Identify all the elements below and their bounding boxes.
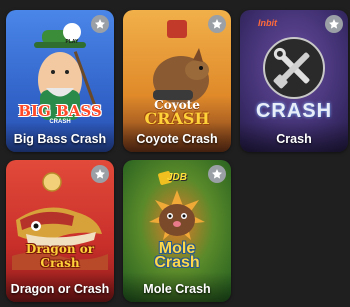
game-title: Big Bass Crash xyxy=(13,132,107,146)
game-card-crash[interactable]: Inbit CRASH Crash xyxy=(240,10,348,152)
game-card-dragon-or-crash[interactable]: Dragon or Crash Dragon or Crash xyxy=(6,160,114,302)
brand-label: JDB xyxy=(167,172,188,183)
game-card-big-bass-crash[interactable]: PLAY BIG BASS CRASH Big Bass Crash xyxy=(6,10,114,152)
game-logo: Dragon or Crash xyxy=(25,242,95,270)
star-icon xyxy=(95,19,105,29)
brand-label: Inbit xyxy=(258,18,277,28)
game-title: Mole Crash xyxy=(143,282,211,296)
game-title: Crash xyxy=(276,132,312,146)
game-title: Coyote Crash xyxy=(136,132,218,146)
star-icon xyxy=(212,169,222,179)
favorite-button[interactable] xyxy=(91,15,109,33)
favorite-button[interactable] xyxy=(325,15,343,33)
game-card-mole-crash[interactable]: JDB Mole Crash Mole Crash xyxy=(123,160,231,302)
logo-line-2: Crash xyxy=(154,254,200,271)
game-card-coyote-crash[interactable]: Coyote CRASH Coyote Crash xyxy=(123,10,231,152)
star-icon xyxy=(95,169,105,179)
star-icon xyxy=(329,19,339,29)
favorite-button[interactable] xyxy=(208,15,226,33)
games-grid: PLAY BIG BASS CRASH Big Bass Crash xyxy=(0,0,350,307)
star-icon xyxy=(212,19,222,29)
game-logo: Mole Crash xyxy=(123,240,231,272)
logo-line-1: BIG BASS xyxy=(18,102,102,120)
favorite-button[interactable] xyxy=(208,165,226,183)
play-badge: PLAY xyxy=(65,39,79,45)
game-title: Dragon or Crash xyxy=(10,282,110,296)
game-logo: CRASH xyxy=(255,100,333,122)
favorite-button[interactable] xyxy=(91,165,109,183)
